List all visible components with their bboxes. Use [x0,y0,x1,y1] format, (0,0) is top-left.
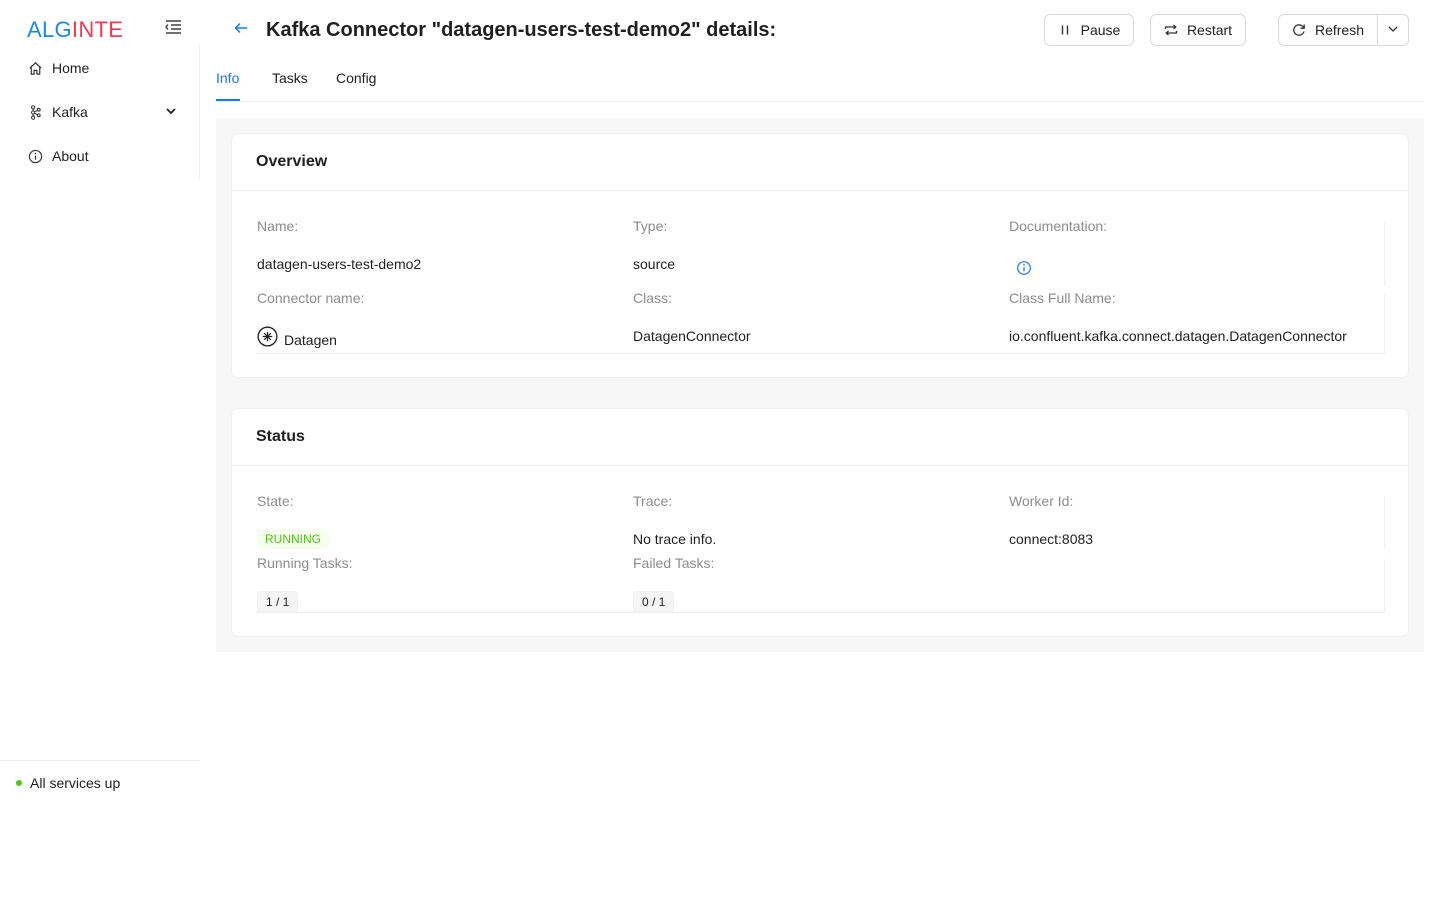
trace-field: Trace: No trace info. [632,493,992,553]
class-full-name-label: Class Full Name: [1009,290,1116,306]
tab-config[interactable]: Config [336,70,376,86]
row-edge [1384,559,1385,613]
logo-part-1: ALG [27,17,72,42]
services-status: All services up [0,760,200,791]
name-label: Name: [257,218,299,234]
home-icon [27,60,43,76]
documentation-field: Documentation: [1008,218,1384,278]
row-edge [1384,222,1385,286]
collapse-sidebar-icon[interactable] [164,19,184,37]
active-tab-indicator [216,99,240,101]
pause-label: Pause [1080,22,1121,38]
failed-tasks-label: Failed Tasks: [633,555,715,571]
running-tasks-badge: 1 / 1 [257,591,299,613]
worker-id-field: Worker Id: connect:8083 [1008,493,1384,553]
pause-icon [1058,23,1072,37]
chevron-down-icon [1387,22,1399,38]
sidebar-item-about[interactable]: About [27,144,183,168]
sidebar: ALGINTE Home Kafka About All services up [0,0,200,900]
status-dot [16,780,22,786]
trace-value: No trace info. [633,531,717,547]
running-tasks-label: Running Tasks: [257,555,353,571]
type-label: Type: [633,218,668,234]
state-label: State: [257,493,294,509]
status-card: Status State: RUNNING Trace: No trace in… [231,408,1409,637]
refresh-icon [1292,23,1306,37]
tab-info[interactable]: Info [216,70,239,86]
state-value: RUNNING [257,529,329,549]
documentation-label: Documentation: [1009,218,1108,234]
class-label: Class: [633,290,672,306]
restart-button[interactable]: Restart [1150,14,1246,46]
refresh-button[interactable]: Refresh [1278,14,1378,46]
failed-tasks-badge: 0 / 1 [633,591,675,613]
connector-name-value: Datagen [257,326,337,348]
state-badge: RUNNING [257,529,329,549]
trace-label: Trace: [633,493,673,509]
datagen-logo-icon [257,326,278,347]
tab-tasks[interactable]: Tasks [272,70,308,86]
row-edge [1384,497,1385,549]
pause-button[interactable]: Pause [1044,14,1134,46]
tab-content: Overview Name: datagen-users-test-demo2 … [216,118,1424,652]
name-value: datagen-users-test-demo2 [257,256,422,272]
state-field: State: RUNNING [256,493,616,553]
row-edge [1384,294,1385,354]
connector-name-text: Datagen [284,331,337,348]
documentation-info-icon[interactable] [1016,260,1032,279]
sidebar-item-home[interactable]: Home [27,56,183,80]
worker-id-value: connect:8083 [1009,531,1094,547]
failed-tasks-value: 0 / 1 [633,591,675,613]
row-divider [256,612,1384,613]
class-field: Class: DatagenConnector [632,290,992,350]
type-value: source [633,256,676,272]
logo-part-2: INTE [71,17,124,42]
sidebar-item-label: Home [52,60,90,76]
app-logo[interactable]: ALGINTE [27,16,123,44]
connector-name-field: Connector name: Datagen [256,290,616,350]
back-arrow-icon[interactable] [233,20,251,38]
refresh-label: Refresh [1314,22,1365,38]
tab-bar: Info Tasks Config [216,58,1424,102]
connector-name-label: Connector name: [257,290,365,306]
failed-tasks-field: Failed Tasks: 0 / 1 [632,555,992,615]
row-divider [256,353,1384,354]
status-title: Status [232,409,1408,466]
running-tasks-field: Running Tasks: 1 / 1 [256,555,616,615]
class-full-name-value: io.confluent.kafka.connect.datagen.Datag… [1009,328,1347,344]
chevron-down-icon[interactable] [165,104,179,118]
sidebar-divider [199,44,200,180]
class-full-name-field: Class Full Name: io.confluent.kafka.conn… [1008,290,1384,350]
name-field: Name: datagen-users-test-demo2 [256,218,616,278]
class-value: DatagenConnector [633,328,751,344]
refresh-options-button[interactable] [1377,14,1409,46]
sidebar-item-kafka[interactable]: Kafka [27,100,183,124]
services-status-text: All services up [30,775,121,791]
overview-title: Overview [232,134,1408,191]
sidebar-item-label: About [52,148,89,164]
running-tasks-value: 1 / 1 [257,591,299,613]
type-field: Type: source [632,218,992,278]
restart-icon [1164,23,1178,37]
page-title: Kafka Connector "datagen-users-test-demo… [266,19,777,41]
overview-card: Overview Name: datagen-users-test-demo2 … [231,133,1409,378]
worker-id-label: Worker Id: [1009,493,1074,509]
sidebar-item-label: Kafka [52,104,88,120]
info-icon [27,148,43,164]
kafka-icon [27,104,43,120]
restart-label: Restart [1186,22,1233,38]
